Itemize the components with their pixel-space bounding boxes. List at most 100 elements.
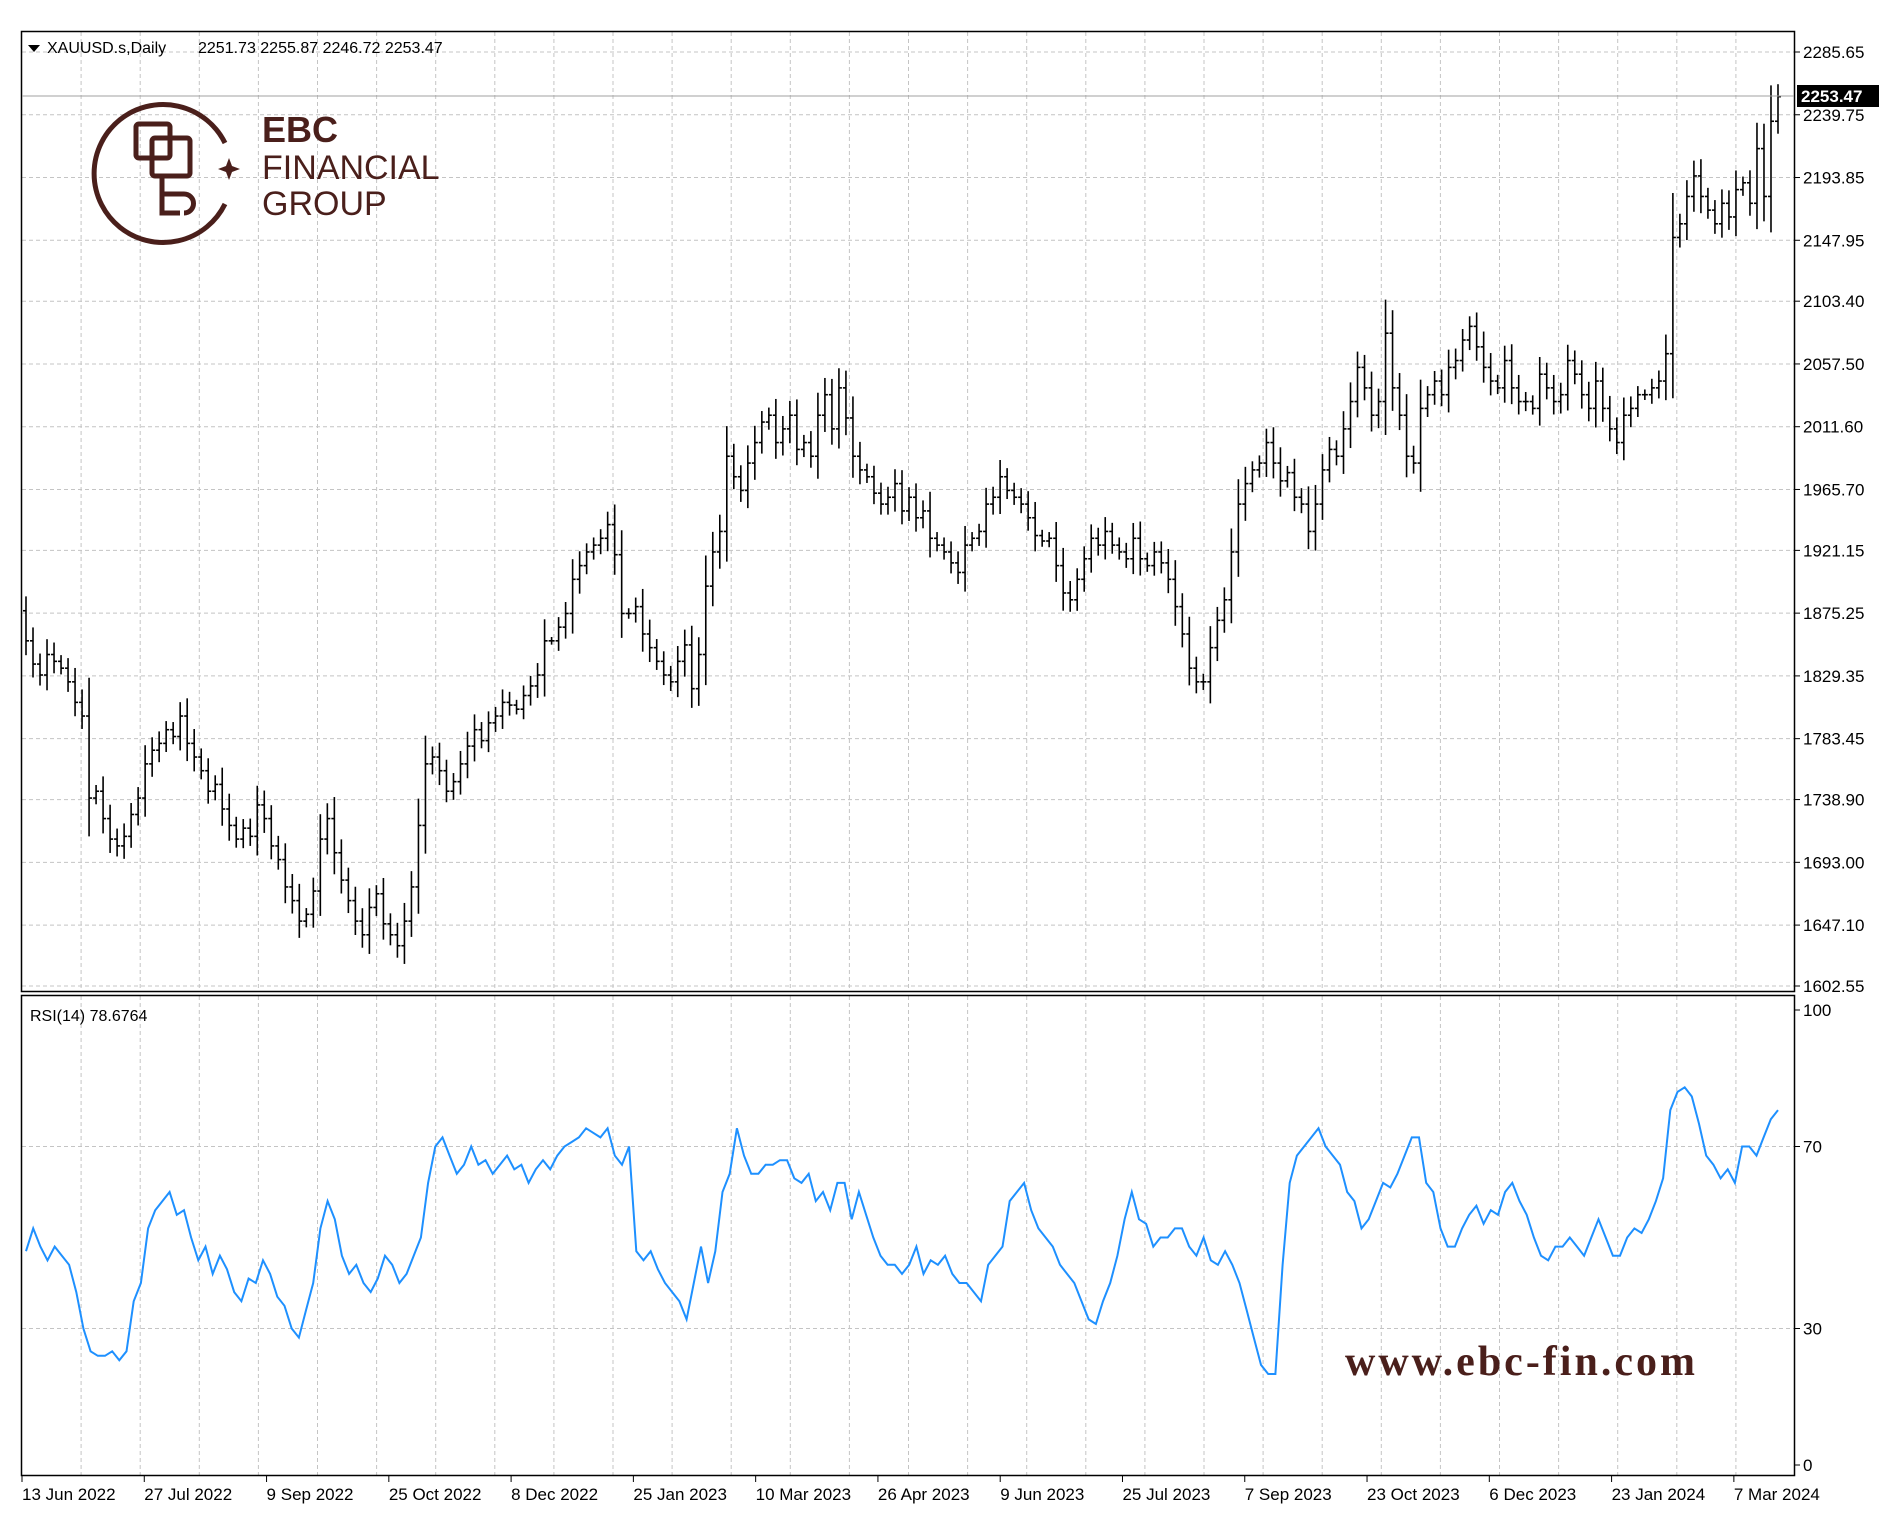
price-bar	[142, 745, 149, 817]
price-bar	[1536, 356, 1543, 426]
price-bar	[800, 434, 807, 458]
price-bar	[758, 411, 765, 454]
price-bar	[1179, 593, 1186, 648]
price-bar	[527, 675, 534, 706]
price-bar	[899, 470, 905, 525]
price-bar	[906, 487, 913, 521]
price-tick-label: 1693.00	[1803, 853, 1864, 872]
price-bar	[1326, 436, 1333, 483]
price-bar	[1235, 479, 1242, 577]
price-bar	[1158, 541, 1165, 574]
price-bar	[156, 731, 163, 763]
price-bar	[576, 551, 583, 594]
price-bar	[275, 835, 282, 870]
price-bar	[1214, 606, 1221, 662]
price-bar	[730, 443, 737, 490]
price-bar	[1459, 329, 1466, 372]
price-bar	[1144, 552, 1151, 572]
price-tick-label: 1875.25	[1803, 604, 1864, 623]
price-bar	[72, 667, 79, 717]
price-bar	[1592, 361, 1599, 428]
price-bar	[1403, 394, 1410, 478]
price-bar	[471, 714, 478, 762]
price-bar	[1564, 344, 1571, 411]
price-bar	[1571, 350, 1578, 385]
rsi-line	[25, 1085, 1779, 1375]
price-bar	[990, 486, 997, 515]
price-bar	[653, 639, 660, 670]
price-bar	[247, 818, 254, 846]
ebc-logo: EBC FINANCIAL GROUP	[91, 102, 440, 245]
price-bar	[870, 465, 877, 505]
price-bar	[751, 425, 758, 480]
price-bar	[1221, 587, 1228, 633]
time-tick-label: 9 Jun 2023	[1000, 1485, 1084, 1504]
price-bar	[772, 398, 779, 459]
price-bar	[1361, 354, 1368, 401]
price-bar	[1046, 532, 1053, 548]
price-bar	[1333, 440, 1340, 466]
price-bar	[1130, 522, 1137, 575]
time-tick-label: 23 Oct 2023	[1367, 1485, 1460, 1504]
price-bar	[863, 463, 870, 483]
price-bar	[1116, 537, 1123, 560]
price-bar	[254, 785, 261, 856]
rsi-tick-label: 0	[1803, 1456, 1812, 1475]
price-bar	[976, 523, 983, 546]
price-bar	[1340, 411, 1347, 474]
price-bar	[1053, 522, 1060, 582]
price-bar	[1508, 344, 1515, 405]
price-bar	[1417, 379, 1424, 492]
price-bar	[1732, 170, 1739, 237]
price-bar	[1186, 616, 1193, 686]
rsi-title: RSI(14) 78.6764	[30, 1008, 148, 1025]
price-tick-label: 1602.55	[1803, 977, 1864, 996]
price-bar	[1067, 581, 1074, 612]
price-bar	[934, 532, 941, 552]
price-tick-label: 1647.10	[1803, 916, 1864, 935]
price-bar	[1438, 369, 1445, 407]
price-bar	[681, 629, 688, 677]
price-bar	[821, 377, 828, 432]
price-tick-label: 2285.65	[1803, 43, 1864, 62]
price-bar	[380, 877, 387, 940]
logo-line-3: GROUP	[262, 185, 387, 223]
price-bar	[674, 646, 681, 698]
price-bar	[1207, 626, 1214, 704]
price-bar	[373, 885, 380, 917]
price-tick-label: 1738.90	[1803, 791, 1864, 810]
price-bar	[1550, 374, 1557, 415]
price-bar	[1480, 331, 1487, 383]
price-bar	[296, 883, 303, 938]
price-bar	[1018, 488, 1025, 514]
price-bar	[1662, 334, 1669, 401]
price-bar	[1739, 176, 1746, 196]
price-bar	[338, 839, 345, 894]
time-tick-label: 25 Jan 2023	[633, 1485, 727, 1504]
price-bar	[1347, 382, 1354, 449]
price-bar	[1270, 427, 1277, 479]
chevron-down-icon[interactable]	[28, 45, 40, 52]
price-bar	[359, 908, 366, 948]
price-bar	[660, 651, 667, 686]
time-tick-label: 7 Mar 2024	[1734, 1485, 1820, 1504]
price-bar	[1648, 378, 1655, 404]
price-bar	[513, 699, 520, 715]
price-bar	[268, 805, 275, 860]
price-bar	[1354, 351, 1361, 418]
price-bar	[618, 530, 625, 638]
price-bar	[1655, 370, 1662, 399]
price-bar	[1725, 190, 1732, 230]
price-bar	[240, 819, 247, 849]
price-bar	[1613, 417, 1620, 455]
price-bar	[1011, 482, 1018, 505]
price-bar	[422, 735, 429, 854]
price-bar	[1039, 529, 1046, 547]
price-bar	[723, 426, 730, 562]
price-bar	[303, 908, 310, 928]
price-bar	[1081, 546, 1088, 592]
price-bar	[891, 469, 898, 512]
price-bar	[520, 685, 527, 720]
price-bar	[1151, 541, 1158, 576]
price-bar	[1109, 522, 1116, 554]
